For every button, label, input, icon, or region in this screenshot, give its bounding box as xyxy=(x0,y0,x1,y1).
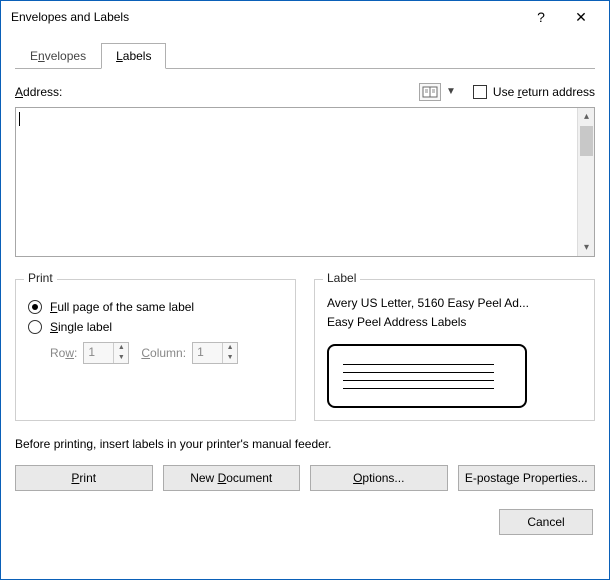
address-row: Address: ▼ Use return address xyxy=(15,83,595,101)
text-cursor xyxy=(19,112,20,126)
use-return-checkbox[interactable] xyxy=(473,85,487,99)
col-label: Column: xyxy=(141,346,186,360)
close-button[interactable]: ✕ xyxy=(561,3,601,31)
radio-icon xyxy=(28,300,42,314)
label-group[interactable]: Label Avery US Letter, 5160 Easy Peel Ad… xyxy=(314,279,595,421)
print-button[interactable]: Print xyxy=(15,465,153,491)
row-col-inputs: Row: 1 ▲▼ Column: 1 ▲▼ xyxy=(50,342,283,364)
column-spinner: 1 ▲▼ xyxy=(192,342,238,364)
window-title: Envelopes and Labels xyxy=(11,10,521,24)
bottom-row: Cancel xyxy=(15,509,595,535)
new-document-button[interactable]: New Document xyxy=(163,465,301,491)
radio-single-label[interactable]: Single label xyxy=(28,320,283,334)
help-button[interactable]: ? xyxy=(521,3,561,31)
label-preview-icon xyxy=(327,344,527,408)
print-group: Print Full page of the same label Single… xyxy=(15,279,296,421)
lower-panels: Print Full page of the same label Single… xyxy=(15,279,595,421)
scroll-thumb[interactable] xyxy=(580,126,593,156)
button-row: Print New Document Options... E-postage … xyxy=(15,465,595,491)
label-legend: Label xyxy=(323,271,360,285)
tab-labels[interactable]: Labels xyxy=(101,43,166,69)
label-desc: Easy Peel Address Labels xyxy=(327,313,582,332)
row-label: Row: xyxy=(50,346,77,360)
row-spinner: 1 ▲▼ xyxy=(83,342,129,364)
spin-up-icon: ▲ xyxy=(114,343,128,353)
titlebar: Envelopes and Labels ? ✕ xyxy=(1,1,609,33)
dialog-envelopes-labels: Envelopes and Labels ? ✕ Envelopes Label… xyxy=(0,0,610,580)
use-return-label: Use return address xyxy=(493,85,595,99)
radio-icon xyxy=(28,320,42,334)
hint-text: Before printing, insert labels in your p… xyxy=(15,437,595,451)
spin-down-icon: ▼ xyxy=(223,353,237,363)
cancel-button[interactable]: Cancel xyxy=(499,509,593,535)
spin-down-icon: ▼ xyxy=(114,353,128,363)
label-product: Avery US Letter, 5160 Easy Peel Ad... xyxy=(327,294,582,313)
tabstrip: Envelopes Labels xyxy=(15,41,595,69)
scrollbar[interactable]: ▴ ▾ xyxy=(577,108,594,256)
tab-envelopes[interactable]: Envelopes xyxy=(15,43,101,69)
epostage-button[interactable]: E-postage Properties... xyxy=(458,465,596,491)
dialog-content: Envelopes Labels Address: ▼ xyxy=(1,33,609,545)
options-button[interactable]: Options... xyxy=(310,465,448,491)
address-book-dropdown-icon[interactable]: ▼ xyxy=(443,83,459,101)
address-book-icon[interactable] xyxy=(419,83,441,101)
spin-up-icon: ▲ xyxy=(223,343,237,353)
print-legend: Print xyxy=(24,271,57,285)
address-label: Address: xyxy=(15,85,419,99)
scroll-down-icon[interactable]: ▾ xyxy=(578,239,595,256)
scroll-up-icon[interactable]: ▴ xyxy=(578,108,595,125)
address-textarea[interactable]: ▴ ▾ xyxy=(15,107,595,257)
radio-full-page[interactable]: Full page of the same label xyxy=(28,300,283,314)
